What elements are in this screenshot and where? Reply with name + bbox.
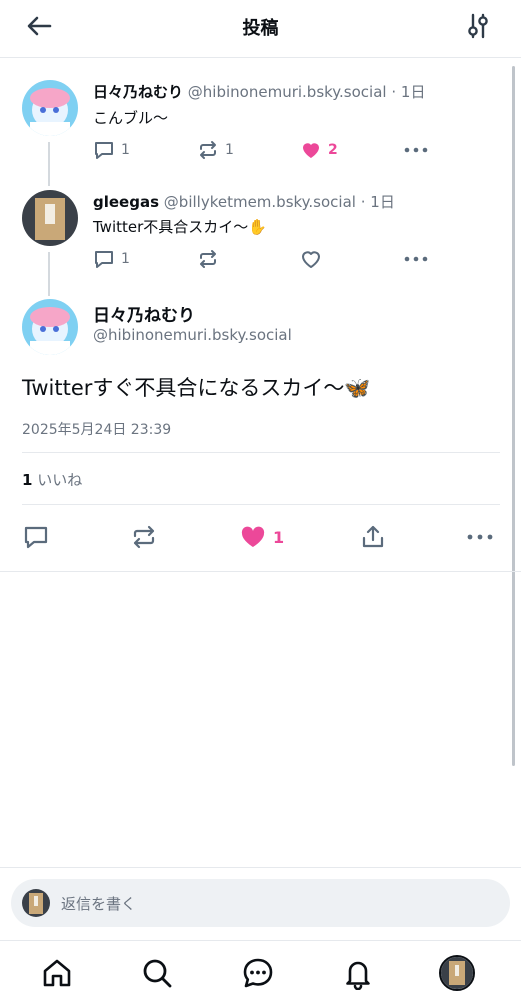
repost-button[interactable]	[197, 247, 219, 271]
like-count: 2	[328, 142, 338, 158]
share-icon	[362, 525, 384, 548]
like-button[interactable]: 2	[300, 138, 338, 162]
share-button[interactable]	[359, 520, 387, 554]
more-horizontal-icon	[467, 534, 493, 540]
divider	[22, 452, 500, 453]
divider	[22, 504, 500, 505]
post-text: Twitter不具合スカイ〜✋	[93, 218, 267, 236]
author-handle[interactable]: @hibinonemuri.bsky.social	[188, 83, 387, 101]
reply-placeholder[interactable]: 返信を書く	[61, 893, 136, 914]
main-post-author-name[interactable]: 日々乃ねむり	[93, 301, 195, 326]
repost-count: 1	[225, 142, 234, 158]
avatar[interactable]	[22, 190, 78, 246]
post-text: こんブル〜	[93, 109, 169, 127]
tab-notifications[interactable]	[340, 955, 376, 991]
heart-outline-icon	[302, 251, 320, 268]
repost-icon	[133, 525, 155, 549]
like-button[interactable]	[300, 247, 322, 271]
reply-icon	[95, 142, 113, 159]
likes-count: 1	[22, 471, 33, 489]
reply-count: 1	[121, 251, 130, 267]
main-post-timestamp: 2025年5月24日 23:39	[22, 422, 172, 438]
scrollbar[interactable]	[512, 66, 515, 766]
main-post-avatar[interactable]	[22, 299, 78, 355]
profile-avatar	[439, 955, 475, 991]
main-post-text: Twitterすぐ不具合になるスカイ〜🦋	[22, 376, 371, 400]
post-time[interactable]: 1日	[370, 193, 395, 211]
post-actions: 1 1 2	[93, 138, 433, 162]
post-meta: gleegas @billyketmem.bsky.social · 1日	[93, 191, 395, 212]
separator-dot: ·	[360, 193, 366, 211]
reply-button[interactable]: 1	[93, 247, 130, 271]
page-title: 投稿	[242, 18, 279, 39]
author-handle[interactable]: @billyketmem.bsky.social	[164, 193, 356, 211]
heart-filled-icon	[303, 143, 319, 158]
repost-button[interactable]	[130, 520, 158, 554]
more-options-button[interactable]	[466, 520, 494, 554]
repost-icon	[200, 250, 216, 268]
repost-icon	[200, 141, 216, 159]
tab-chat[interactable]	[240, 955, 276, 991]
author-name[interactable]: gleegas	[93, 193, 159, 211]
reply-button[interactable]: 1	[93, 138, 130, 162]
like-button[interactable]: 1	[239, 520, 284, 554]
more-options-button[interactable]	[403, 138, 429, 162]
thread-connector	[48, 142, 50, 186]
thread-settings-icon[interactable]	[464, 12, 492, 40]
tab-search[interactable]	[139, 955, 175, 991]
divider	[0, 867, 521, 868]
top-header: 投稿	[0, 0, 521, 58]
separator-dot: ·	[391, 83, 397, 101]
main-post-author-handle[interactable]: @hibinonemuri.bsky.social	[93, 326, 292, 344]
post-time[interactable]: 1日	[401, 83, 426, 101]
current-user-avatar	[22, 889, 50, 917]
chat-icon	[243, 958, 273, 988]
repost-button[interactable]: 1	[197, 138, 234, 162]
more-options-button[interactable]	[403, 247, 429, 271]
reply-count: 1	[121, 142, 130, 158]
reply-icon	[95, 251, 113, 268]
divider	[0, 571, 521, 572]
more-horizontal-icon	[404, 147, 428, 153]
reply-icon	[24, 526, 48, 549]
tab-home[interactable]	[39, 955, 75, 991]
post-actions: 1	[93, 247, 433, 271]
tab-profile[interactable]	[439, 955, 475, 991]
author-name[interactable]: 日々乃ねむり	[93, 83, 183, 101]
more-horizontal-icon	[404, 256, 428, 262]
reply-composer[interactable]: 返信を書く	[11, 879, 510, 927]
likes-label: いいね	[37, 471, 83, 489]
post-meta: 日々乃ねむり @hibinonemuri.bsky.social · 1日	[93, 81, 425, 102]
reply-button[interactable]	[22, 520, 50, 554]
likes-summary[interactable]: 1 いいね	[22, 469, 82, 490]
main-post-actions: 1	[0, 520, 521, 554]
home-icon	[43, 959, 71, 987]
heart-filled-icon	[241, 526, 265, 547]
bell-icon	[346, 961, 370, 990]
bottom-tab-bar	[0, 940, 521, 1000]
avatar[interactable]	[22, 80, 78, 136]
like-count: 1	[273, 527, 285, 547]
search-icon	[143, 959, 172, 988]
thread-connector	[48, 252, 50, 296]
